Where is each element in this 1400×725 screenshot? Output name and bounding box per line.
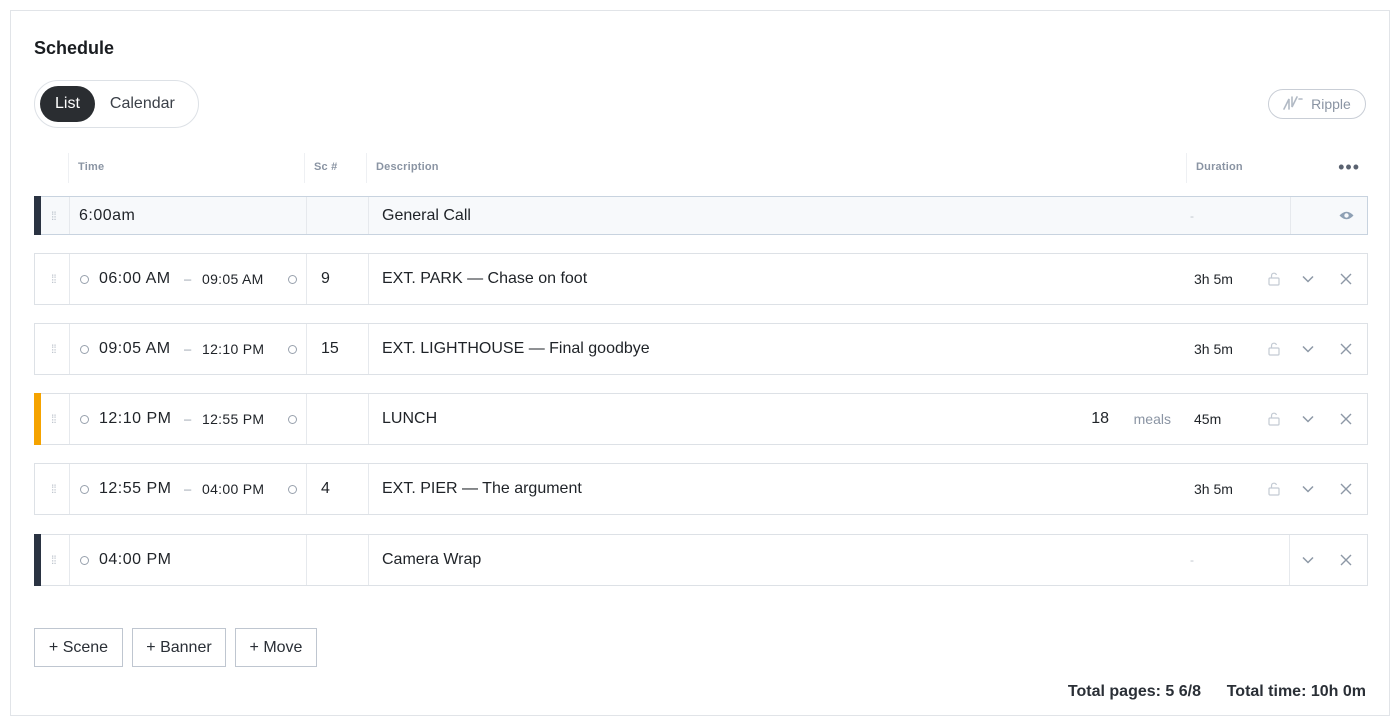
wrap-row[interactable]: ⁞⁞ 04:00 PM Camera Wrap -	[34, 534, 1368, 586]
time-dash: –	[184, 411, 192, 427]
ripple-label: Ripple	[1311, 96, 1351, 112]
schedule-card: Schedule List Calendar Ripple Time Sc # …	[10, 10, 1390, 716]
start-circle-icon[interactable]	[80, 345, 89, 354]
close-icon[interactable]	[1338, 341, 1354, 357]
close-icon[interactable]	[1338, 271, 1354, 287]
start-time[interactable]: 06:00 AM	[99, 270, 171, 288]
row-duration[interactable]: 3h 5m	[1194, 481, 1233, 497]
start-time[interactable]: 09:05 AM	[99, 340, 171, 358]
start-time[interactable]: 04:00 PM	[99, 551, 171, 569]
drag-handle-icon[interactable]: ⁞⁞	[51, 413, 59, 425]
row-description[interactable]: EXT. LIGHTHOUSE — Final goodbye	[382, 340, 650, 358]
time-dash: –	[184, 481, 192, 497]
drag-handle-icon[interactable]: ⁞⁞	[51, 343, 59, 355]
lock-icon[interactable]	[1266, 481, 1282, 497]
total-pages: Total pages: 5 6/8	[1067, 683, 1201, 700]
row-accent	[34, 534, 41, 586]
drag-handle-icon[interactable]: ⁞⁞	[51, 210, 59, 222]
row-duration[interactable]: 3h 5m	[1194, 271, 1233, 287]
banner-row[interactable]: ⁞⁞ 6:00am General Call -	[34, 196, 1368, 235]
lunch-row[interactable]: ⁞⁞ 12:10 PM – 12:55 PM LUNCH 18 meals 45…	[34, 393, 1368, 445]
close-icon[interactable]	[1338, 481, 1354, 497]
table-row[interactable]: ⁞⁞ 06:00 AM – 09:05 AM 9 EXT. PARK — Cha…	[34, 253, 1368, 305]
table-header: Time Sc # Description Duration •••	[34, 143, 1368, 191]
start-time[interactable]: 12:10 PM	[99, 410, 171, 428]
drag-handle-icon[interactable]: ⁞⁞	[51, 554, 59, 566]
column-description[interactable]: Description	[376, 143, 439, 183]
table-row[interactable]: ⁞⁞ 09:05 AM – 12:10 PM 15 EXT. LIGHTHOUS…	[34, 323, 1368, 375]
banner-description[interactable]: General Call	[382, 207, 471, 225]
lock-icon[interactable]	[1266, 271, 1282, 287]
ripple-button[interactable]: Ripple	[1268, 89, 1366, 119]
end-circle-icon[interactable]	[288, 415, 297, 424]
banner-duration: -	[1190, 208, 1194, 223]
end-circle-icon[interactable]	[288, 485, 297, 494]
start-circle-icon[interactable]	[80, 556, 89, 565]
drag-handle-icon[interactable]: ⁞⁞	[51, 273, 59, 285]
lock-icon[interactable]	[1266, 411, 1282, 427]
row-description[interactable]: EXT. PIER — The argument	[382, 480, 582, 498]
scene-number[interactable]: 4	[321, 480, 330, 498]
meals-count[interactable]: 18	[1091, 410, 1109, 428]
lock-icon[interactable]	[1266, 341, 1282, 357]
chevron-down-icon[interactable]	[1300, 552, 1316, 568]
row-accent	[34, 393, 41, 445]
add-move-button[interactable]: + Move	[235, 628, 317, 667]
eye-icon[interactable]	[1338, 208, 1354, 224]
tab-calendar[interactable]: Calendar	[95, 86, 190, 122]
view-toggle: List Calendar	[34, 80, 199, 128]
row-duration[interactable]: 45m	[1194, 411, 1221, 427]
drag-handle-icon[interactable]: ⁞⁞	[51, 483, 59, 495]
end-time[interactable]: 12:10 PM	[202, 341, 264, 357]
total-time: Total time: 10h 0m	[1226, 683, 1366, 700]
start-circle-icon[interactable]	[80, 415, 89, 424]
tab-list[interactable]: List	[40, 86, 95, 122]
column-time[interactable]: Time	[78, 143, 104, 183]
start-circle-icon[interactable]	[80, 275, 89, 284]
meals-label: meals	[1133, 411, 1171, 427]
page-title: Schedule	[34, 38, 115, 58]
row-duration: -	[1190, 553, 1194, 567]
end-time[interactable]: 12:55 PM	[202, 411, 264, 427]
time-dash: –	[184, 341, 192, 357]
close-icon[interactable]	[1338, 552, 1354, 568]
row-description[interactable]: LUNCH	[382, 410, 437, 428]
start-circle-icon[interactable]	[80, 485, 89, 494]
chevron-down-icon[interactable]	[1300, 481, 1316, 497]
row-description[interactable]: EXT. PARK — Chase on foot	[382, 270, 587, 288]
scene-number[interactable]: 9	[321, 270, 330, 288]
end-circle-icon[interactable]	[288, 275, 297, 284]
chevron-down-icon[interactable]	[1300, 271, 1316, 287]
close-icon[interactable]	[1338, 411, 1354, 427]
column-scene[interactable]: Sc #	[314, 143, 337, 183]
row-description[interactable]: Camera Wrap	[382, 551, 481, 569]
column-duration[interactable]: Duration	[1196, 143, 1243, 183]
time-dash: –	[184, 271, 192, 287]
end-circle-icon[interactable]	[288, 345, 297, 354]
chevron-down-icon[interactable]	[1300, 341, 1316, 357]
banner-time[interactable]: 6:00am	[79, 207, 135, 225]
row-accent	[34, 196, 41, 235]
add-scene-button[interactable]: + Scene	[34, 628, 123, 667]
add-banner-button[interactable]: + Banner	[132, 628, 226, 667]
end-time[interactable]: 04:00 PM	[202, 481, 264, 497]
scene-number[interactable]: 15	[321, 340, 339, 358]
row-duration[interactable]: 3h 5m	[1194, 341, 1233, 357]
chevron-down-icon[interactable]	[1300, 411, 1316, 427]
more-icon[interactable]: •••	[1338, 158, 1360, 176]
table-row[interactable]: ⁞⁞ 12:55 PM – 04:00 PM 4 EXT. PIER — The…	[34, 463, 1368, 515]
ripple-icon	[1283, 95, 1303, 113]
start-time[interactable]: 12:55 PM	[99, 480, 171, 498]
end-time[interactable]: 09:05 AM	[202, 271, 264, 287]
